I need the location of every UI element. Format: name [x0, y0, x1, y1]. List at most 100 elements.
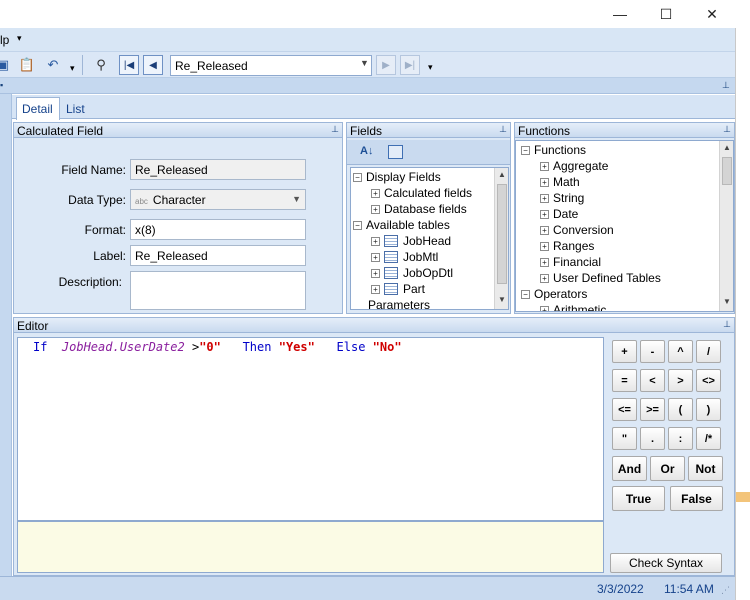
- expand-icon[interactable]: +: [540, 177, 549, 187]
- binoculars-icon[interactable]: ⚲: [92, 56, 110, 74]
- colon-button[interactable]: :: [668, 427, 693, 450]
- paste-icon[interactable]: 📋: [18, 56, 36, 74]
- divide-button[interactable]: /: [696, 340, 721, 363]
- expand-icon[interactable]: +: [540, 305, 549, 311]
- tree-node-function-group[interactable]: + Conversion: [540, 222, 614, 238]
- collapse-icon[interactable]: −: [353, 220, 362, 230]
- scroll-up-icon[interactable]: ▲: [495, 170, 508, 179]
- pin-icon[interactable]: ⊥: [499, 124, 507, 135]
- functions-scrollbar[interactable]: ▲ ▼: [719, 141, 733, 311]
- undo-dropdown-icon[interactable]: ▾: [70, 63, 75, 74]
- tree-node-function-group[interactable]: + Aggregate: [540, 158, 608, 174]
- tree-node-table[interactable]: + JobHead: [371, 233, 451, 249]
- close-button[interactable]: ✕: [689, 0, 735, 28]
- tree-node-function-group[interactable]: + Date: [540, 206, 578, 222]
- scroll-down-icon[interactable]: ▼: [495, 295, 508, 304]
- tree-node-function-group[interactable]: + Financial: [540, 254, 601, 270]
- expand-icon[interactable]: +: [540, 241, 549, 251]
- open-paren-button[interactable]: (: [668, 398, 693, 421]
- expand-icon[interactable]: +: [371, 284, 380, 294]
- previous-record-button[interactable]: ◀: [143, 55, 163, 75]
- expand-icon[interactable]: +: [371, 252, 380, 262]
- tree-node-operators[interactable]: − Operators: [521, 286, 587, 302]
- expression-editor[interactable]: [17, 337, 604, 521]
- pin-icon[interactable]: ⊥: [723, 319, 731, 330]
- sort-az-icon[interactable]: A↓: [360, 145, 373, 157]
- minus-button[interactable]: -: [640, 340, 665, 363]
- minimize-button[interactable]: —: [597, 0, 643, 28]
- expand-icon[interactable]: +: [371, 236, 380, 246]
- true-button[interactable]: True: [612, 486, 665, 511]
- data-type-select[interactable]: abc Character ▼: [130, 189, 306, 210]
- scroll-down-icon[interactable]: ▼: [720, 297, 733, 306]
- tree-node-function-group[interactable]: + Ranges: [540, 238, 594, 254]
- not-button[interactable]: Not: [688, 456, 723, 481]
- close-paren-button[interactable]: ): [696, 398, 721, 421]
- toolbar-overflow-icon[interactable]: ▾: [428, 62, 433, 73]
- tree-node-database-fields[interactable]: + Database fields: [371, 201, 467, 217]
- and-button[interactable]: And: [612, 456, 647, 481]
- dot-button[interactable]: .: [640, 427, 665, 450]
- expand-icon[interactable]: +: [540, 193, 549, 203]
- description-input[interactable]: [130, 271, 306, 310]
- tree-node-display-fields[interactable]: − Display Fields: [353, 169, 441, 185]
- expand-icon[interactable]: +: [540, 161, 549, 171]
- undo-icon[interactable]: ↶: [44, 56, 62, 74]
- copy-icon[interactable]: ▣: [0, 56, 12, 74]
- chevron-down-icon[interactable]: ▼: [360, 58, 369, 68]
- expand-icon[interactable]: +: [540, 225, 549, 235]
- tree-node-function-group[interactable]: + Math: [540, 174, 580, 190]
- tree-node-table[interactable]: + JobOpDtl: [371, 265, 453, 281]
- next-record-button[interactable]: ▶: [376, 55, 396, 75]
- greater-than-button[interactable]: >: [668, 369, 693, 392]
- menu-item-help[interactable]: lp: [0, 33, 9, 47]
- check-syntax-button[interactable]: Check Syntax: [610, 553, 722, 573]
- fields-scrollbar[interactable]: ▲ ▼: [494, 168, 508, 309]
- comment-button[interactable]: /*: [696, 427, 721, 450]
- tree-node-function-group[interactable]: + String: [540, 190, 584, 206]
- first-record-button[interactable]: |◀: [119, 55, 139, 75]
- power-button[interactable]: ^: [668, 340, 693, 363]
- expand-icon[interactable]: +: [540, 257, 549, 267]
- pin-icon[interactable]: ⊥: [331, 124, 339, 135]
- functions-tree[interactable]: − Functions + Aggregate + Math + String + Dat…: [515, 140, 734, 312]
- expand-icon[interactable]: +: [371, 188, 380, 198]
- quote-button[interactable]: ": [612, 427, 637, 450]
- tree-node-parameters[interactable]: Parameters: [368, 297, 430, 309]
- maximize-button[interactable]: ☐: [643, 0, 689, 28]
- tree-node-table[interactable]: + JobMtl: [371, 249, 438, 265]
- expand-icon[interactable]: +: [371, 204, 380, 214]
- tree-node-functions[interactable]: − Functions: [521, 142, 586, 158]
- scroll-up-icon[interactable]: ▲: [720, 143, 733, 152]
- less-equal-button[interactable]: <=: [612, 398, 637, 421]
- or-button[interactable]: Or: [650, 456, 685, 481]
- expand-icon[interactable]: +: [540, 209, 549, 219]
- scroll-thumb[interactable]: [722, 157, 732, 185]
- plus-button[interactable]: +: [612, 340, 637, 363]
- collapse-icon[interactable]: −: [521, 289, 530, 299]
- tree-node-function-group[interactable]: + User Defined Tables: [540, 270, 661, 286]
- false-button[interactable]: False: [670, 486, 723, 511]
- field-name-input[interactable]: Re_Released: [130, 159, 306, 180]
- expression-code[interactable]: If JobHead.UserDate2 >"0" Then "Yes" Els…: [33, 340, 402, 354]
- not-equal-button[interactable]: <>: [696, 369, 721, 392]
- chevron-down-icon[interactable]: ▾: [17, 33, 22, 44]
- format-input[interactable]: x(8): [130, 219, 306, 240]
- tab-detail[interactable]: Detail: [16, 97, 60, 120]
- collapse-icon[interactable]: −: [353, 172, 362, 182]
- pin-icon[interactable]: ⊥: [723, 124, 731, 135]
- pin-icon[interactable]: ⊥: [722, 80, 730, 91]
- collapse-icon[interactable]: −: [521, 145, 530, 155]
- last-record-button[interactable]: ▶|: [400, 55, 420, 75]
- tree-node-operator-group[interactable]: + Arithmetic: [540, 302, 606, 311]
- label-input[interactable]: Re_Released: [130, 245, 306, 266]
- expand-icon[interactable]: +: [371, 268, 380, 278]
- resize-grip-icon[interactable]: ⋰: [721, 585, 730, 596]
- tab-list[interactable]: List: [62, 97, 89, 119]
- pin-icon[interactable]: ▪: [0, 80, 3, 90]
- tree-node-calculated-fields[interactable]: + Calculated fields: [371, 185, 472, 201]
- record-selector[interactable]: Re_Released: [170, 55, 372, 76]
- fields-tree[interactable]: − Display Fields + Calculated fields + Data…: [350, 167, 509, 310]
- greater-equal-button[interactable]: >=: [640, 398, 665, 421]
- equals-button[interactable]: =: [612, 369, 637, 392]
